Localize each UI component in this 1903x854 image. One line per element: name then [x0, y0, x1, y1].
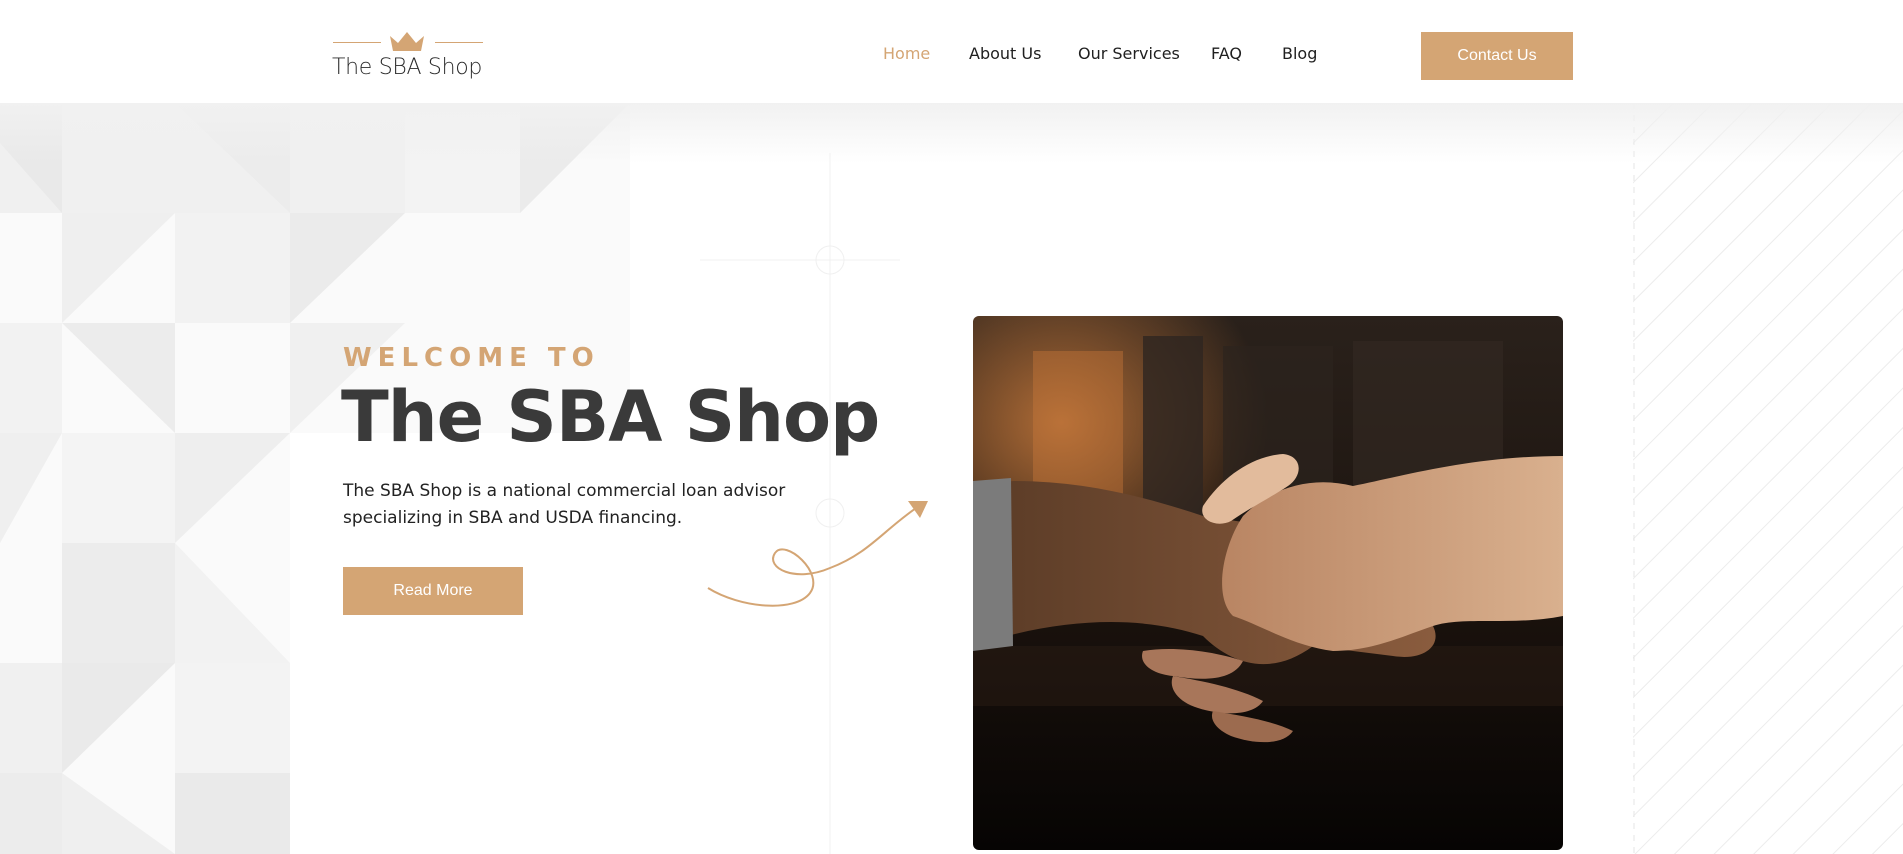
read-more-button[interactable]: Read More: [343, 567, 523, 615]
nav-our-services[interactable]: Our Services: [1078, 44, 1180, 63]
decorative-arrow-icon: [707, 501, 928, 607]
nav-home[interactable]: Home: [883, 44, 930, 63]
hero-eyebrow: WELCOME TO: [343, 343, 600, 373]
handshake-image: [973, 316, 1563, 850]
logo-line-right: [435, 42, 483, 43]
crown-icon: [390, 32, 424, 51]
striped-background-pattern: [1633, 103, 1903, 854]
nav-about-us[interactable]: About Us: [969, 44, 1041, 63]
contact-us-button[interactable]: Contact Us: [1421, 32, 1573, 80]
logo-line-left: [333, 42, 381, 43]
hero-title: The SBA Shop: [341, 376, 880, 458]
nav-faq[interactable]: FAQ: [1211, 44, 1242, 63]
logo-text: The SBA Shop: [332, 55, 483, 80]
hero-section: WELCOME TO The SBA Shop The SBA Shop is …: [0, 103, 1903, 854]
nav-blog[interactable]: Blog: [1282, 44, 1317, 63]
site-logo[interactable]: The SBA Shop: [332, 28, 484, 84]
handshake-illustration: [973, 316, 1563, 850]
header-shadow: [0, 103, 1903, 163]
site-header: The SBA Shop Home About Us Our Services …: [0, 0, 1903, 103]
